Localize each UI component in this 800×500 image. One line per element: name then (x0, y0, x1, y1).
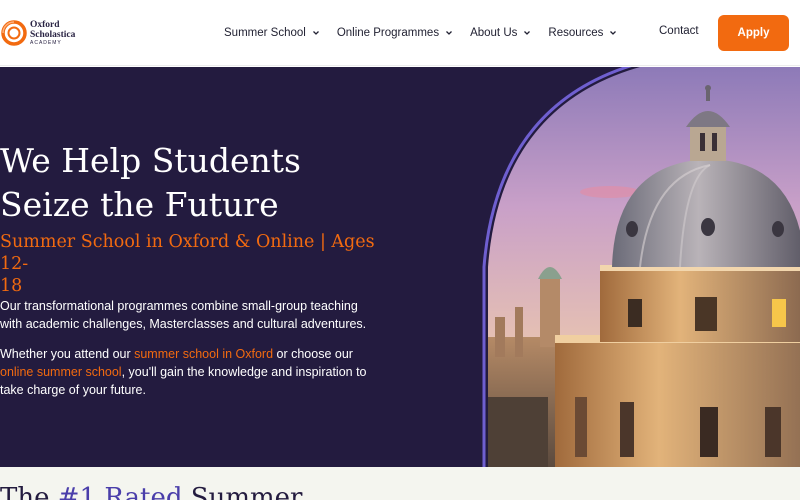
hero-title-line: Seize the Future (0, 185, 279, 224)
logo[interactable]: Oxford Scholastica ACADEMY (0, 17, 75, 49)
nav-item-summer-school[interactable]: Summer School (224, 27, 320, 39)
hero-paragraph-attend: Whether you attend our summer school in … (0, 345, 380, 399)
nav-item-online-programmes[interactable]: Online Programmes (337, 27, 453, 39)
paragraph-text: Whether you attend our (0, 347, 135, 361)
hero-subtitle-line: Summer School in Oxford & Online | Ages … (0, 232, 375, 274)
apply-button[interactable]: Apply (718, 15, 789, 51)
logo-text: Oxford Scholastica ACADEMY (30, 20, 75, 46)
chevron-down-icon (312, 31, 319, 35)
rated-section-title: The #1 Rated Summer (0, 483, 302, 500)
logo-ring-icon (1, 20, 27, 46)
hero-subtitle: Summer School in Oxford & Online | Ages … (0, 231, 380, 297)
hero-title: We Help Students Seize the Future (0, 139, 330, 227)
title-text: The (0, 483, 58, 500)
nav-item-label: Resources (548, 27, 604, 39)
chevron-down-icon (446, 31, 453, 35)
nav-item-label: About Us (470, 27, 518, 39)
chevron-down-icon (524, 31, 531, 35)
rated-section: The #1 Rated Summer (0, 467, 800, 500)
online-summer-school-link[interactable]: online summer school (0, 365, 122, 379)
main-nav: Summer School Online Programmes About Us… (224, 24, 617, 42)
nav-item-resources[interactable]: Resources (548, 27, 617, 39)
nav-item-label: Summer School (224, 27, 306, 39)
summer-school-oxford-link[interactable]: summer school in Oxford (134, 347, 273, 361)
hero-title-line: We Help Students (0, 141, 301, 180)
title-accent: #1 Rated (57, 483, 183, 500)
hero-section: We Help Students Seize the Future Summer… (0, 67, 800, 467)
logo-line-oxford: Oxford (30, 20, 60, 30)
contact-link[interactable]: Contact (659, 25, 699, 37)
hero-paragraph-programmes: Our transformational programmes combine … (0, 299, 367, 331)
title-text: Summer (182, 483, 303, 500)
logo-line-scholastica: Scholastica (30, 30, 76, 40)
nav-item-label: Online Programmes (336, 27, 440, 39)
chevron-down-icon (610, 31, 617, 35)
paragraph-text: or choose our (273, 347, 353, 361)
hero-subtitle-line: 18 (0, 276, 23, 296)
site-header: Oxford Scholastica ACADEMY Summer School… (0, 0, 800, 66)
nav-item-about-us[interactable]: About Us (470, 27, 531, 39)
logo-line-academy: ACADEMY (30, 40, 62, 46)
